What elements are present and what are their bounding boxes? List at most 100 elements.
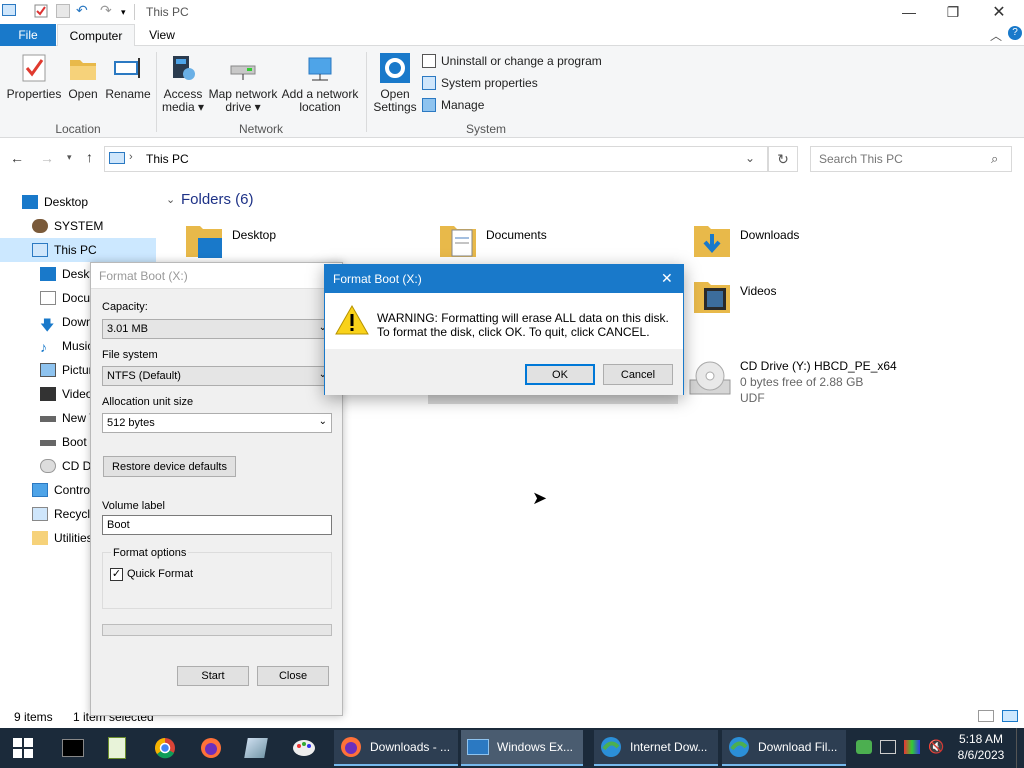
access-media-button[interactable]: Access media ▾ [160,52,206,114]
firefox-pinned[interactable] [200,728,222,768]
folders-header[interactable]: Folders (6) [181,191,254,208]
terminal-pinned[interactable] [62,728,84,768]
chrome-pinned[interactable] [154,728,176,768]
refresh-button[interactable]: ↻ [768,146,798,172]
help-icon[interactable]: ? [1008,26,1022,40]
volume-label-input[interactable]: Boot [102,515,332,535]
folder-tile-documents[interactable]: Documents [438,220,547,260]
notepad-pinned[interactable] [108,728,126,768]
folder-tile-videos[interactable]: Videos [692,276,776,316]
access-media-label: Access [163,87,203,101]
computer-icon [109,152,125,164]
windows-logo-icon [13,738,33,758]
close-format-button[interactable]: Close [257,666,329,686]
chevron-down-icon[interactable]: ▾ [121,7,135,21]
capacity-label: Capacity: [102,301,148,313]
recent-locations-icon[interactable]: ▾ [67,152,72,163]
taskbar-app-windows-explorer[interactable]: Windows Ex... [461,730,583,766]
paint-pinned[interactable] [292,728,316,768]
taskbar-app-firefox-downloads[interactable]: Downloads - ... [334,730,458,766]
group-network-label: Network [238,122,283,136]
up-arrow-icon[interactable]: ↑ [86,149,93,165]
capacity-select[interactable]: 3.01 MB ⌄ [102,319,332,339]
details-view-icon[interactable] [978,710,994,722]
app-pinned[interactable] [244,728,268,768]
globe-icon [729,737,749,757]
chevron-up-icon[interactable]: ︿ [990,27,1002,44]
minimize-button[interactable]: — [886,0,932,24]
manage-icon [422,98,436,112]
chevron-right-icon[interactable]: › [129,151,133,163]
nav-label: Video [62,387,93,401]
properties-icon [18,52,50,84]
manage-button[interactable]: Manage [422,98,484,112]
show-desktop-button[interactable] [1016,728,1024,768]
undo-icon[interactable]: ↶ [76,2,90,18]
uninstall-button[interactable]: Uninstall or change a program [422,54,602,68]
open-button[interactable]: Open [64,52,102,101]
add-network-location-button[interactable]: Add a network location [280,52,360,114]
folder-tile-downloads[interactable]: Downloads [692,220,799,260]
close-button[interactable]: ✕ [976,0,1022,24]
rename-button[interactable]: Rename [104,52,152,101]
new-folder-quick-icon[interactable] [56,4,70,18]
folder-tile-desktop[interactable]: Desktop [184,220,276,260]
nav-item-this-pc[interactable]: This PC [0,238,156,262]
maximize-button[interactable]: ❐ [930,0,976,24]
computer-icon[interactable] [2,4,16,16]
chevron-down-icon[interactable]: ⌄ [166,193,175,206]
nav-label: Docu [62,291,91,305]
tray-download-icon[interactable] [856,740,872,754]
user-icon [32,219,48,233]
network-drive-icon [227,52,259,84]
cd-drive-icon [689,361,731,395]
cancel-button[interactable]: Cancel [603,364,673,385]
tab-view[interactable]: View [140,24,184,46]
uninstall-icon [422,54,436,68]
close-icon[interactable]: ✕ [661,270,673,287]
properties-button[interactable]: Properties [6,52,62,101]
start-button[interactable]: Start [177,666,249,686]
back-arrow-icon[interactable]: ← [10,150,24,166]
open-settings-button[interactable]: Open Settings [372,52,418,114]
nav-item-system[interactable]: SYSTEM [32,214,156,238]
taskbar-app-download-file[interactable]: Download Fil... [722,730,846,766]
filesystem-select[interactable]: NTFS (Default) ⌄ [102,366,332,386]
restore-defaults-button[interactable]: Restore device defaults [103,456,236,477]
uninstall-label: Uninstall or change a program [441,54,602,68]
map-network-drive-button[interactable]: Map network drive ▾ [208,52,278,114]
clock[interactable]: 5:18 AM 8/6/2023 [952,731,1010,763]
ok-button[interactable]: OK [525,364,595,385]
tab-computer[interactable]: Computer [57,24,135,47]
allocation-select[interactable]: 512 bytes ⌄ [102,413,332,433]
taskbar-app-label: Internet Dow... [630,740,708,754]
taskbar-app-label: Downloads - ... [370,740,451,754]
chevron-down-icon[interactable]: ⌄ [745,151,755,165]
start-button[interactable] [12,728,34,768]
drive-free-space: 0 bytes free of 2.88 GB [740,375,864,389]
redo-icon[interactable]: ↷ [100,2,114,18]
drive-name: CD Drive (Y:) HBCD_PE_x64 [740,359,897,373]
forward-arrow-icon[interactable]: → [40,150,54,166]
quick-format-checkbox[interactable]: ✓ [110,568,123,581]
search-input[interactable]: Search This PC ⌕ [810,146,1012,172]
system-properties-label: System properties [441,76,538,90]
taskbar-app-internet-download[interactable]: Internet Dow... [594,730,718,766]
tab-file[interactable]: File [0,24,56,46]
nav-label: Pictur [62,363,93,377]
network-icon[interactable] [880,740,896,754]
system-properties-button[interactable]: System properties [422,76,538,90]
documents-folder-icon [440,226,476,257]
properties-quick-icon[interactable] [34,4,48,18]
firefox-icon [201,738,221,758]
display-icon[interactable] [904,740,920,754]
quick-format-label[interactable]: Quick Format [127,568,193,580]
mouse-cursor-icon: ➤ [532,488,548,508]
address-box[interactable]: › This PC ⌄ [104,146,768,172]
nav-item-desktop[interactable]: Desktop [22,190,156,214]
refresh-icon: ↻ [777,150,789,167]
paint-icon [293,740,315,756]
large-icons-view-icon[interactable] [1002,710,1018,722]
cd-drive-tile[interactable]: CD Drive (Y:) HBCD_PE_x64 0 bytes free o… [686,356,897,406]
volume-mute-icon[interactable]: 🔇 [928,739,944,755]
